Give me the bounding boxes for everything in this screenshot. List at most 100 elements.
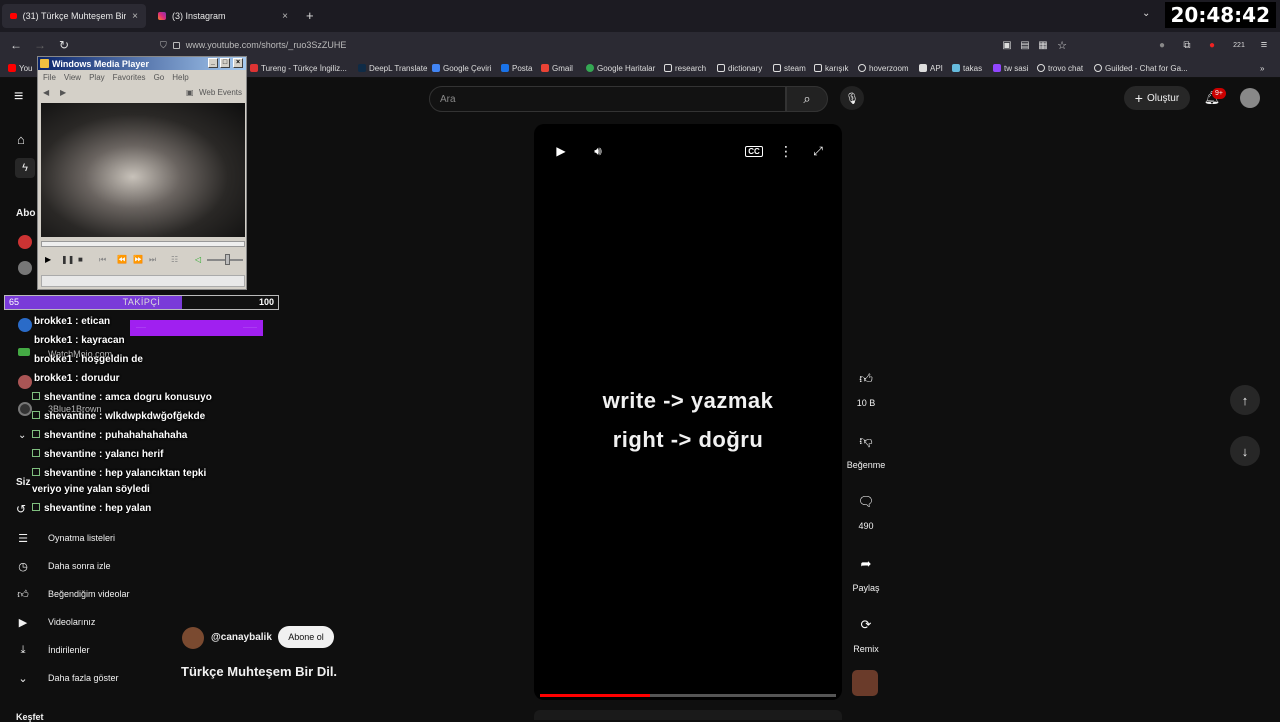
playlist-icon[interactable]: ☷	[171, 255, 178, 264]
bookmark-item[interactable]: You	[8, 61, 33, 75]
subscribe-button[interactable]: Abone ol	[278, 626, 334, 648]
captions-icon[interactable]: CC	[744, 141, 764, 161]
comments-action[interactable]: 🗨︎ 490	[846, 487, 886, 531]
subscription-avatar[interactable]	[18, 235, 32, 249]
create-button[interactable]: + Oluştur	[1124, 86, 1190, 110]
more-options-icon[interactable]: ⋮	[776, 141, 796, 161]
subscription-avatar[interactable]	[18, 402, 32, 416]
tab-list-chevron-icon[interactable]: ⌄	[1142, 8, 1150, 19]
account-avatar[interactable]	[1240, 88, 1260, 108]
tab-youtube[interactable]: (31) Türkçe Muhteşem Bir Dil. - ×	[2, 4, 146, 28]
close-tab-icon[interactable]: ×	[132, 11, 138, 22]
channel-handle[interactable]: @canaybalik	[211, 632, 272, 643]
menu-help[interactable]: Help	[172, 73, 188, 82]
short-title[interactable]: Türkçe Muhteşem Bir Dil.	[181, 664, 337, 679]
like-action[interactable]: 👍︎ 10 B	[846, 364, 886, 408]
shorts-icon[interactable]: ϟ	[15, 158, 35, 178]
sidebar-item-liked-videos[interactable]: 👍︎ Beğendiğim videolar	[16, 584, 129, 604]
volume-icon[interactable]: ◁	[195, 255, 201, 264]
home-icon[interactable]: ⌂	[17, 132, 25, 147]
pause-icon[interactable]: ❚❚	[61, 255, 74, 264]
bookmark-star-icon[interactable]: ☆	[1053, 36, 1071, 54]
app-menu-icon[interactable]: ≡	[1255, 36, 1273, 54]
tab-instagram[interactable]: (3) Instagram ×	[150, 4, 296, 28]
new-tab-button[interactable]: +	[306, 8, 314, 23]
bookmark-item[interactable]: trovo chat	[1037, 61, 1083, 75]
share-icon[interactable]: ➦	[851, 549, 881, 579]
bookmark-item[interactable]: Posta	[501, 61, 532, 75]
bookmark-item[interactable]: Gmail	[541, 61, 573, 75]
reload-icon[interactable]: ↻	[55, 36, 73, 54]
history-icon[interactable]: ↺	[16, 502, 26, 516]
next-short-preview[interactable]	[534, 710, 842, 720]
media-player-window[interactable]: Windows Media Player _ □ × File View Pla…	[37, 56, 247, 290]
bookmark-folder[interactable]: karışık	[814, 61, 849, 75]
bookmark-item[interactable]: hoverzoom	[858, 61, 909, 75]
previous-short-button[interactable]: ↑	[1230, 385, 1260, 415]
audio-thumbnail[interactable]	[852, 670, 878, 696]
hamburger-menu-icon[interactable]: ≡	[14, 88, 34, 108]
badge-extension-icon[interactable]: 221	[1230, 36, 1248, 54]
extensions-puzzle-icon[interactable]: ⧉	[1178, 36, 1196, 54]
back-arrow-icon[interactable]: ◀	[43, 88, 49, 97]
sidebar-item-downloads[interactable]: ⤓ İndirilenler	[16, 640, 90, 660]
media-player-title-bar[interactable]: Windows Media Player _ □ ×	[38, 57, 246, 70]
voice-search-button[interactable]: 🎙︎	[840, 86, 864, 110]
rewind-icon[interactable]: ⏪	[117, 255, 127, 264]
menu-file[interactable]: File	[43, 73, 56, 82]
menu-go[interactable]: Go	[154, 73, 165, 82]
search-input[interactable]: Ara	[429, 86, 786, 112]
forward-arrow-icon[interactable]: ▶	[60, 88, 66, 97]
subscription-avatar[interactable]	[18, 348, 30, 356]
bookmark-item[interactable]: Google Çeviri	[432, 61, 491, 75]
remix-icon[interactable]: ⟳	[851, 610, 881, 640]
close-icon[interactable]: ×	[233, 58, 243, 68]
menu-play[interactable]: Play	[89, 73, 105, 82]
search-button[interactable]: ⌕	[786, 86, 828, 112]
minimize-icon[interactable]: _	[208, 58, 218, 68]
thumbs-up-icon[interactable]: 👍︎	[851, 364, 881, 394]
skip-back-icon[interactable]: ⏮	[99, 255, 106, 265]
chevron-down-icon[interactable]: ⌄	[18, 430, 26, 441]
dislike-action[interactable]: 👎︎ Beğenme	[846, 426, 886, 470]
play-icon[interactable]: ▶	[551, 141, 571, 161]
menu-view[interactable]: View	[64, 73, 81, 82]
volume-slider-thumb[interactable]	[225, 254, 230, 265]
translate-icon[interactable]: ▦	[1034, 36, 1052, 54]
comment-icon[interactable]: 🗨︎	[851, 487, 881, 517]
bookmark-item[interactable]: Tureng - Türkçe İngiliz...	[250, 61, 347, 75]
bookmark-item[interactable]: tw sasi	[993, 61, 1028, 75]
fullscreen-icon[interactable]: ⤢	[808, 141, 828, 161]
red-extension-icon[interactable]: ●	[1203, 36, 1221, 54]
subscription-avatar[interactable]	[18, 318, 32, 332]
web-events-label[interactable]: Web Events	[199, 88, 242, 97]
maximize-icon[interactable]: □	[220, 58, 230, 68]
subscription-avatar[interactable]	[18, 261, 32, 275]
extension-icon[interactable]: ●	[1153, 36, 1171, 54]
subscription-avatar[interactable]	[18, 375, 32, 389]
media-seek-bar[interactable]	[41, 241, 245, 247]
next-short-button[interactable]: ↓	[1230, 436, 1260, 466]
volume-icon[interactable]: 🔊︎	[588, 141, 608, 161]
menu-favorites[interactable]: Favorites	[113, 73, 146, 82]
play-icon[interactable]: ▶	[45, 255, 51, 264]
pip-icon[interactable]: ▤	[1016, 36, 1034, 54]
sidebar-item-watch-later[interactable]: ◷ Daha sonra izle	[16, 556, 110, 576]
sidebar-item-your-videos[interactable]: ▶ Videolarınız	[16, 612, 96, 632]
thumbs-down-icon[interactable]: 👎︎	[851, 426, 881, 456]
stop-icon[interactable]: ■	[78, 255, 83, 264]
bookmark-folder[interactable]: dictionary	[717, 61, 762, 75]
bookmark-item[interactable]: Guilded - Chat for Ga...	[1094, 61, 1188, 75]
share-action[interactable]: ➦ Paylaş	[846, 549, 886, 593]
forward-arrow-icon[interactable]: →	[31, 36, 49, 54]
skip-forward-icon[interactable]: ⏭	[149, 255, 156, 265]
sidebar-item-playlists[interactable]: ☰ Oynatma listeleri	[16, 528, 115, 548]
fast-forward-icon[interactable]: ⏩	[133, 255, 143, 264]
remix-action[interactable]: ⟳ Remix	[846, 610, 886, 654]
bookmark-item[interactable]: Google Haritalar	[586, 61, 655, 75]
close-tab-icon[interactable]: ×	[282, 11, 288, 22]
bookmark-item[interactable]: API	[919, 61, 943, 75]
sidebar-item-show-more[interactable]: ⌄ Daha fazla göster	[16, 668, 118, 688]
address-bar[interactable]: ⛉ www.youtube.com/shorts/_ruo3SzZUHE	[160, 36, 990, 54]
back-arrow-icon[interactable]: ←	[7, 36, 25, 54]
